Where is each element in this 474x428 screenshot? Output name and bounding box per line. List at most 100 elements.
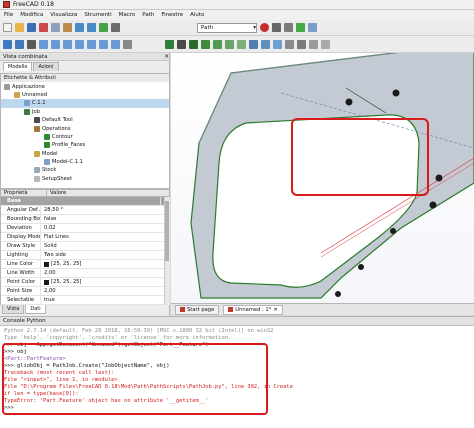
record-macro-icon[interactable] — [260, 23, 269, 32]
property-row[interactable]: Draw Style Solid — [1, 242, 164, 251]
post-process-icon[interactable] — [177, 39, 186, 49]
property-value[interactable]: [25, 25, 25] — [41, 260, 81, 268]
tree-item[interactable]: Contour — [1, 133, 169, 141]
open-folder-icon[interactable] — [15, 23, 24, 32]
menu-finestre[interactable]: Finestre — [161, 12, 183, 18]
view-top-icon[interactable] — [63, 39, 72, 49]
property-row[interactable]: Point Size 2,00 — [1, 287, 164, 296]
tree-item-label: Applicazione — [12, 83, 45, 90]
tree-item[interactable]: Model-C.1.1 — [1, 158, 169, 166]
draw-style-icon[interactable] — [27, 39, 36, 49]
menu-path[interactable]: Path — [142, 12, 154, 18]
tab-dati[interactable]: Dati — [25, 305, 46, 314]
view-isometric-icon[interactable] — [39, 39, 48, 49]
stop-macro-icon[interactable] — [272, 23, 281, 32]
dressup-icon[interactable] — [273, 39, 282, 49]
view-rear-icon[interactable] — [87, 39, 96, 49]
property-row[interactable]: Angular Def... 28,50 ° — [1, 206, 164, 215]
hole-marker — [335, 291, 341, 297]
property-value[interactable]: 0,02 — [41, 224, 56, 232]
sanity-icon[interactable] — [321, 39, 330, 49]
engrave-icon[interactable] — [261, 39, 270, 49]
property-value[interactable]: Flat Lines — [41, 233, 69, 241]
view-right-icon[interactable] — [75, 39, 84, 49]
macros-icon[interactable] — [284, 23, 293, 32]
tab-modello[interactable]: Modello — [3, 62, 33, 71]
tab-azioni[interactable]: Azioni — [33, 62, 59, 71]
tree-item[interactable]: Unnamed — [1, 91, 169, 99]
menu-aiuto[interactable]: Aiuto — [190, 12, 204, 18]
property-row[interactable]: Deviation 0,02 — [1, 224, 164, 233]
helix-icon[interactable] — [249, 39, 258, 49]
pocket-icon[interactable] — [213, 39, 222, 49]
tree-item[interactable]: Operations — [1, 124, 169, 132]
property-value[interactable]: false — [41, 215, 56, 223]
tree-item[interactable]: SetupSheet — [1, 175, 169, 183]
job-icon[interactable] — [165, 39, 174, 49]
inspect-icon[interactable] — [297, 39, 306, 49]
array-icon[interactable] — [309, 39, 318, 49]
tree-item[interactable]: Job — [1, 108, 169, 116]
tree-item[interactable]: Model — [1, 150, 169, 158]
property-value[interactable]: 2,00 — [41, 269, 56, 277]
contour-icon[interactable] — [201, 39, 210, 49]
tab-unnamed[interactable]: Unnamed : 1* ✕ — [223, 304, 283, 315]
property-row[interactable]: Line Color [25, 25, 25] — [1, 260, 164, 269]
close-icon[interactable]: ✕ — [164, 54, 169, 60]
measure-icon[interactable] — [123, 39, 132, 49]
combo-view-tabs: Modello Azioni — [0, 62, 169, 71]
pointer-icon[interactable] — [111, 23, 120, 32]
view-left-icon[interactable] — [111, 39, 120, 49]
refresh-icon[interactable] — [99, 23, 108, 32]
property-value[interactable]: [25, 25, 25] — [41, 278, 81, 286]
new-file-icon[interactable] — [3, 23, 12, 32]
tab-start-page[interactable]: Start page — [175, 304, 220, 315]
tree-item[interactable]: Stock — [1, 166, 169, 174]
property-row[interactable]: Bounding Box false — [1, 215, 164, 224]
menu-visualizza[interactable]: Visualizza — [50, 12, 77, 18]
property-group[interactable]: Base — [1, 197, 164, 206]
menu-file[interactable]: File — [4, 12, 13, 18]
copy-icon[interactable] — [51, 23, 60, 32]
property-value[interactable]: 2,00 — [41, 287, 56, 295]
property-value[interactable]: Two side — [41, 251, 66, 259]
property-row[interactable]: Display Mode Flat Lines — [1, 233, 164, 242]
tree-item[interactable]: C.1.1 — [1, 99, 169, 108]
view-bottom-icon[interactable] — [99, 39, 108, 49]
property-value[interactable]: Solid — [41, 242, 57, 250]
3d-view[interactable] — [171, 53, 474, 303]
view-front-icon[interactable] — [51, 39, 60, 49]
menu-strumenti[interactable]: Strumenti — [84, 12, 111, 18]
close-icon[interactable]: ✕ — [273, 307, 277, 313]
profile-icon[interactable] — [189, 39, 198, 49]
property-value[interactable]: 28,50 ° — [41, 206, 63, 214]
save-icon[interactable] — [27, 23, 36, 32]
drilling-icon[interactable] — [225, 39, 234, 49]
tree-item[interactable]: Profile_Faces — [1, 141, 169, 149]
undo-icon[interactable] — [75, 23, 84, 32]
workbench-selector[interactable]: Path ▾ — [197, 22, 257, 33]
property-value[interactable]: true — [41, 296, 55, 304]
property-scrollbar-thumb[interactable] — [165, 201, 169, 261]
property-row[interactable]: Point Color [25, 25, 25] — [1, 278, 164, 287]
fit-selection-icon[interactable] — [15, 39, 24, 49]
property-row[interactable]: Selectable true — [1, 296, 164, 305]
cut-icon[interactable] — [39, 23, 48, 32]
redo-icon[interactable] — [87, 23, 96, 32]
paste-icon[interactable] — [63, 23, 72, 32]
menu-macro[interactable]: Macro — [119, 12, 136, 18]
menu-modifica[interactable]: Modifica — [20, 12, 43, 18]
tree-item[interactable]: Default Tool — [1, 116, 169, 124]
property-row[interactable]: Line Width 2,00 — [1, 269, 164, 278]
property-row[interactable]: Lighting Two side — [1, 251, 164, 260]
property-value-text: 0,02 — [44, 225, 56, 231]
fit-all-icon[interactable] — [3, 39, 12, 49]
tree-item[interactable]: Applicazione — [1, 82, 169, 90]
face-icon[interactable] — [237, 39, 246, 49]
simulator-icon[interactable] — [285, 39, 294, 49]
python-console-icon[interactable] — [308, 23, 317, 32]
tab-vista[interactable]: Vista — [2, 305, 25, 314]
execute-macro-icon[interactable] — [296, 23, 305, 32]
property-name: Point Color — [1, 278, 41, 286]
property-value-text: Two side — [44, 252, 67, 258]
